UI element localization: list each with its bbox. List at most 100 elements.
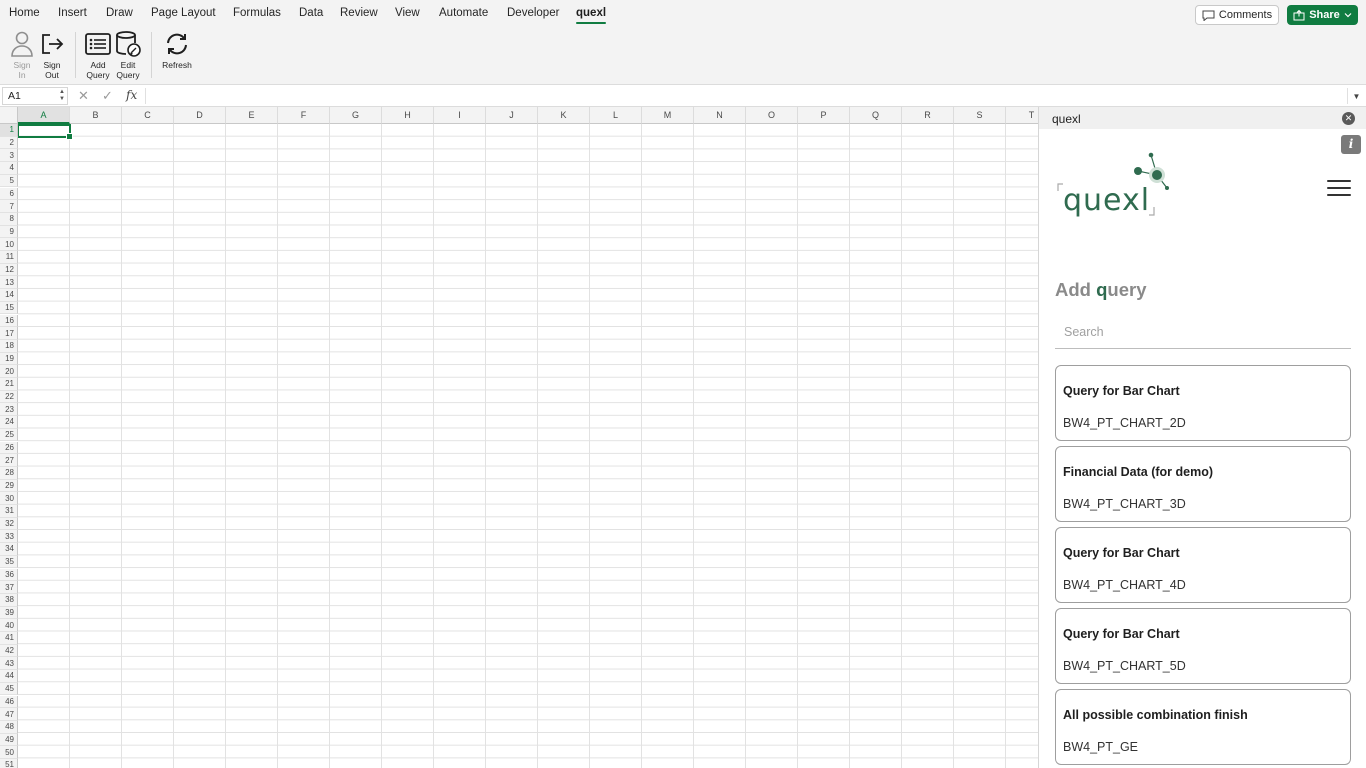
select-all-corner[interactable] <box>0 107 18 124</box>
row-header[interactable]: 7 <box>0 200 18 213</box>
row-header[interactable]: 43 <box>0 657 18 671</box>
menu-icon[interactable] <box>1327 180 1351 197</box>
column-header[interactable]: M <box>642 107 694 124</box>
edit-query-button[interactable]: Edit Query <box>113 30 143 80</box>
column-header[interactable]: T <box>1006 107 1038 124</box>
row-header[interactable]: 25 <box>0 428 18 442</box>
row-header[interactable]: 18 <box>0 339 18 353</box>
column-header[interactable]: F <box>278 107 330 124</box>
row-header[interactable]: 44 <box>0 670 18 683</box>
column-header[interactable]: J <box>486 107 538 124</box>
row-header[interactable]: 49 <box>0 733 18 747</box>
row-header[interactable]: 50 <box>0 746 18 759</box>
tab-home[interactable]: Home <box>9 7 40 19</box>
column-header[interactable]: G <box>330 107 382 124</box>
comments-button[interactable]: Comments <box>1195 5 1279 25</box>
row-header[interactable]: 6 <box>0 187 18 201</box>
active-cell-a1[interactable] <box>17 124 73 140</box>
row-header[interactable]: 48 <box>0 720 18 734</box>
row-header[interactable]: 40 <box>0 619 18 632</box>
column-header[interactable]: D <box>174 107 226 124</box>
formula-input[interactable] <box>150 88 1340 104</box>
column-header[interactable]: Q <box>850 107 902 124</box>
row-header[interactable]: 42 <box>0 644 18 658</box>
column-header[interactable]: E <box>226 107 278 124</box>
row-header[interactable]: 39 <box>0 606 18 620</box>
query-card[interactable]: Query for Bar Chart BW4_PT_CHART_2D <box>1055 365 1351 441</box>
row-header[interactable]: 34 <box>0 543 18 556</box>
tab-review[interactable]: Review <box>340 7 378 19</box>
share-button[interactable]: Share <box>1287 5 1358 25</box>
cancel-icon[interactable]: ✕ <box>78 88 89 104</box>
column-header[interactable]: L <box>590 107 642 124</box>
row-header[interactable]: 22 <box>0 390 18 404</box>
query-card[interactable]: Query for Bar Chart BW4_PT_CHART_4D <box>1055 527 1351 603</box>
row-header[interactable]: 23 <box>0 403 18 417</box>
spreadsheet-grid[interactable]: A B C D E F G H I J K L M N O P Q R S T 1 2 3 4 5 6 7 8 9 10 11 12 13 14 1… <box>0 107 1038 768</box>
row-header[interactable]: 35 <box>0 555 18 569</box>
row-header[interactable]: 32 <box>0 517 18 531</box>
query-card[interactable]: Query for Bar Chart BW4_PT_CHART_5D <box>1055 608 1351 684</box>
search-input[interactable] <box>1055 315 1351 349</box>
tab-formulas[interactable]: Formulas <box>233 7 281 19</box>
row-header[interactable]: 51 <box>0 759 18 768</box>
row-header[interactable]: 33 <box>0 530 18 544</box>
row-header[interactable]: 12 <box>0 263 18 277</box>
info-button[interactable]: i <box>1341 135 1361 154</box>
function-icon[interactable]: fx <box>126 88 137 102</box>
row-header[interactable]: 4 <box>0 162 18 175</box>
name-box[interactable]: A1 ▲ ▼ <box>2 87 68 105</box>
query-card[interactable]: All possible combination finish BW4_PT_G… <box>1055 689 1351 765</box>
column-header[interactable]: O <box>746 107 798 124</box>
column-header[interactable]: R <box>902 107 954 124</box>
column-header[interactable]: I <box>434 107 486 124</box>
column-header[interactable]: B <box>70 107 122 124</box>
refresh-button[interactable]: Refresh <box>159 30 195 71</box>
row-header[interactable]: 31 <box>0 505 18 518</box>
row-header[interactable]: 13 <box>0 276 18 290</box>
row-header[interactable]: 15 <box>0 301 18 315</box>
row-header[interactable]: 24 <box>0 416 18 429</box>
tab-page-layout[interactable]: Page Layout <box>151 7 216 19</box>
row-header[interactable]: 1 <box>0 124 18 137</box>
column-header[interactable]: H <box>382 107 434 124</box>
close-pane-button[interactable]: ✕ <box>1342 112 1355 125</box>
tab-data[interactable]: Data <box>299 7 323 19</box>
column-header[interactable]: A <box>18 107 70 124</box>
column-header[interactable]: K <box>538 107 590 124</box>
sign-in-button[interactable]: Sign In <box>8 30 36 80</box>
row-header[interactable]: 45 <box>0 682 18 696</box>
tab-insert[interactable]: Insert <box>58 7 87 19</box>
column-header[interactable]: P <box>798 107 850 124</box>
row-header[interactable]: 30 <box>0 492 18 505</box>
row-header[interactable]: 29 <box>0 479 18 493</box>
row-header[interactable]: 47 <box>0 708 18 721</box>
sign-out-button[interactable]: Sign Out <box>38 30 66 80</box>
tab-view[interactable]: View <box>395 7 420 19</box>
tab-developer[interactable]: Developer <box>507 7 559 19</box>
row-header[interactable]: 46 <box>0 695 18 709</box>
row-header[interactable]: 20 <box>0 365 18 378</box>
tab-automate[interactable]: Automate <box>439 7 488 19</box>
tab-quexl[interactable]: quexl <box>576 7 607 24</box>
column-header[interactable]: N <box>694 107 746 124</box>
row-header[interactable]: 10 <box>0 238 18 251</box>
row-header[interactable]: 21 <box>0 378 18 391</box>
row-header[interactable]: 19 <box>0 352 18 366</box>
row-header[interactable]: 17 <box>0 327 18 340</box>
row-header[interactable]: 14 <box>0 289 18 302</box>
row-header[interactable]: 41 <box>0 632 18 645</box>
column-header[interactable]: C <box>122 107 174 124</box>
row-header[interactable]: 38 <box>0 593 18 607</box>
row-header[interactable]: 37 <box>0 581 18 594</box>
query-card[interactable]: Financial Data (for demo) BW4_PT_CHART_3… <box>1055 446 1351 522</box>
row-header[interactable]: 8 <box>0 212 18 226</box>
row-header[interactable]: 26 <box>0 441 18 455</box>
row-header[interactable]: 16 <box>0 314 18 328</box>
row-header[interactable]: 36 <box>0 568 18 582</box>
tab-draw[interactable]: Draw <box>106 7 133 19</box>
row-header[interactable]: 5 <box>0 174 18 188</box>
row-header[interactable]: 3 <box>0 149 18 163</box>
row-header[interactable]: 9 <box>0 225 18 239</box>
row-header[interactable]: 28 <box>0 466 18 480</box>
